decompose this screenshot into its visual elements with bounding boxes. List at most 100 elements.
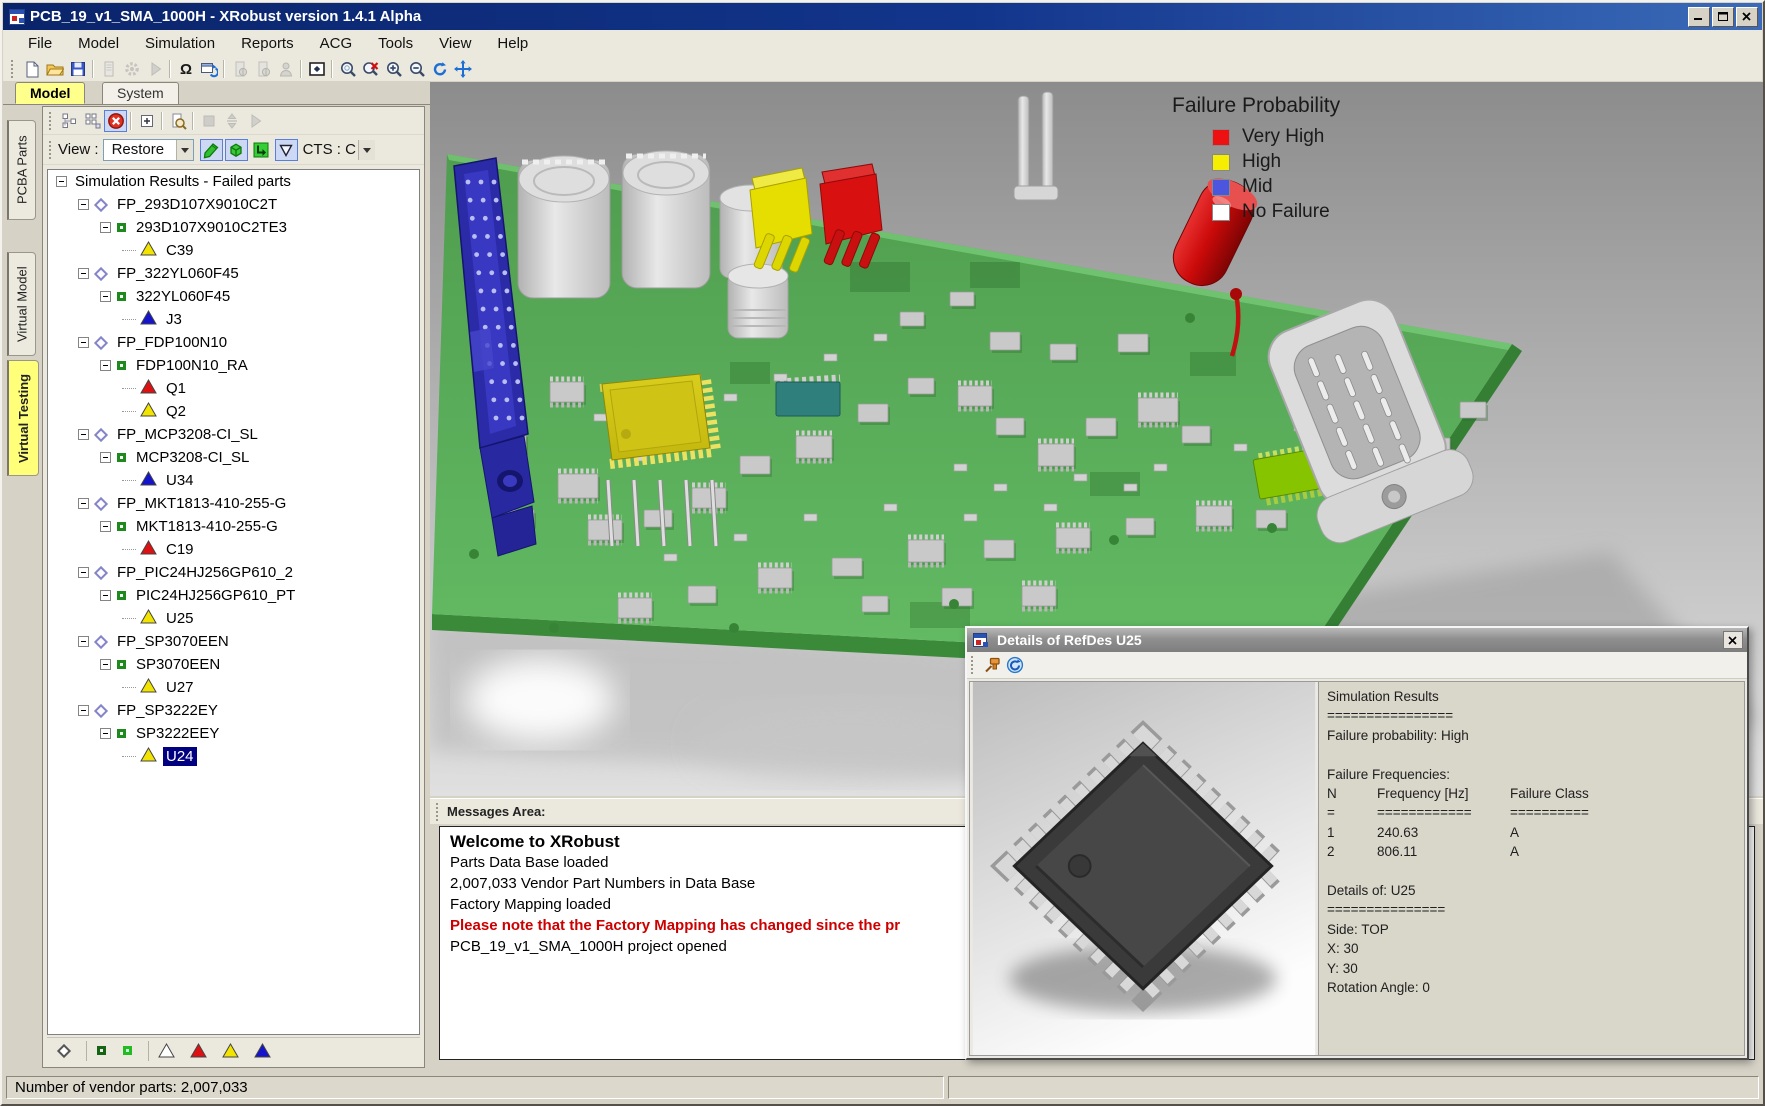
snapshot-button[interactable] [305,58,328,80]
expand-collapse-icon[interactable] [78,199,89,210]
tree-item-mkt1813-410-255-g[interactable]: MKT1813-410-255-G [48,515,419,538]
tree-item-fp-fdp100n10[interactable]: FP_FDP100N10 [48,331,419,354]
expand-collapse-icon[interactable] [100,590,111,601]
menu-tools[interactable]: Tools [365,32,426,55]
nabla-button[interactable] [275,139,298,161]
expand-collapse-icon[interactable] [78,636,89,647]
menu-acg[interactable]: ACG [307,32,366,55]
cts-dropdown[interactable] [358,140,375,160]
tree-item-u34[interactable]: U34 [48,469,419,492]
toolbar-grip[interactable] [49,112,54,130]
tree-item-c19[interactable]: C19 [48,538,419,561]
tree-item-mcp3208-ci-sl[interactable]: MCP3208-CI_SL [48,446,419,469]
tree-item-sp3070een[interactable]: SP3070EEN [48,653,419,676]
expand-collapse-icon[interactable] [56,176,67,187]
tree-item-322yl060f45[interactable]: 322YL060F45 [48,285,419,308]
expand-collapse-icon[interactable] [100,291,111,302]
tree-item-c39[interactable]: C39 [48,239,419,262]
stop-red-button[interactable] [104,110,127,132]
plus-box-button[interactable] [135,110,158,132]
tab-model[interactable]: Model [15,82,85,104]
expand-collapse-icon[interactable] [78,705,89,716]
paint-green-button[interactable] [200,139,223,161]
zoom-cancel-button[interactable] [359,58,382,80]
tree-item-u25[interactable]: U25 [48,607,419,630]
no-failure-triangle-icon[interactable] [158,1043,175,1058]
tree-item-q2[interactable]: Q2 [48,400,419,423]
zoom-in-button[interactable] [382,58,405,80]
tree-item-fp-mkt1813-410-255-g[interactable]: FP_MKT1813-410-255-G [48,492,419,515]
menu-file[interactable]: File [15,32,65,55]
expand-collapse-icon[interactable] [100,659,111,670]
tab-system[interactable]: System [102,82,179,104]
user-stamp-button[interactable] [274,58,297,80]
very-high-triangle-icon[interactable] [190,1043,207,1058]
pin-orange-button[interactable] [980,654,1003,676]
tree-item-fdp100n10-ra[interactable]: FDP100N10_RA [48,354,419,377]
expand-collapse-icon[interactable] [78,567,89,578]
side-tab-virtual-model[interactable]: Virtual Model [7,252,36,356]
expand-collapse-icon[interactable] [78,498,89,509]
menu-help[interactable]: Help [484,32,541,55]
tree-expand-button[interactable] [81,110,104,132]
part-square-dark-icon[interactable] [97,1046,106,1055]
tree-item-j3[interactable]: J3 [48,308,419,331]
mid-triangle-icon[interactable] [254,1043,271,1058]
expand-collapse-icon[interactable] [100,728,111,739]
pan-view-button[interactable] [451,58,474,80]
expand-collapse-icon[interactable] [78,429,89,440]
zoom-window-button[interactable] [336,58,359,80]
tree-item-u24[interactable]: U24 [48,745,419,768]
refresh-round-button[interactable] [1003,654,1026,676]
save-button[interactable] [66,58,89,80]
menu-simulation[interactable]: Simulation [132,32,228,55]
turn-green-button[interactable] [250,139,273,161]
document-button[interactable] [97,58,120,80]
title-bar[interactable]: PCB_19_v1_SMA_1000H - XRobust version 1.… [3,3,1762,30]
high-triangle-icon[interactable] [222,1043,239,1058]
tree-item-fp-322yl060f45[interactable]: FP_322YL060F45 [48,262,419,285]
details-close-button[interactable] [1723,631,1743,649]
expand-collapse-icon[interactable] [100,521,111,532]
minimize-button[interactable] [1688,7,1710,27]
tree-item-q1[interactable]: Q1 [48,377,419,400]
tree-item-fp-pic24hj256gp610-2[interactable]: FP_PIC24HJ256GP610_2 [48,561,419,584]
run-button[interactable] [243,110,266,132]
expand-collapse-icon[interactable] [78,268,89,279]
tree-item-simulation-results-failed-parts[interactable]: Simulation Results - Failed parts [48,170,419,193]
part-square-green-icon[interactable] [123,1046,132,1055]
cube-green-button[interactable] [225,139,248,161]
tree-collapse-button[interactable] [58,110,81,132]
tree-item-fp-mcp3208-ci-sl[interactable]: FP_MCP3208-CI_SL [48,423,419,446]
pin-doc-button[interactable] [251,58,274,80]
new-file-button[interactable] [20,58,43,80]
expand-collapse-icon[interactable] [100,360,111,371]
details-window[interactable]: Details of RefDes U25 [965,626,1749,1060]
tree-item-293d107x9010c2te3[interactable]: 293D107X9010C2TE3 [48,216,419,239]
refresh-window-button[interactable] [197,58,220,80]
details-title-bar[interactable]: Details of RefDes U25 [967,628,1747,652]
side-tab-virtual-testing[interactable]: Virtual Testing [7,360,39,476]
gray-square-button[interactable] [197,110,220,132]
tree-item-fp-sp3222ey[interactable]: FP_SP3222EY [48,699,419,722]
swap-button[interactable] [220,110,243,132]
tree-item-sp3222eey[interactable]: SP3222EEY [48,722,419,745]
toolbar-grip[interactable] [11,60,16,78]
pin-doc-button[interactable] [228,58,251,80]
omega-button[interactable]: Ω [174,58,197,80]
refresh-view-button[interactable] [428,58,451,80]
expand-collapse-icon[interactable] [100,222,111,233]
tree-item-fp-293d107x9010c2t[interactable]: FP_293D107X9010C2T [48,193,419,216]
run-button[interactable] [143,58,166,80]
find-part-button[interactable] [166,110,189,132]
expand-collapse-icon[interactable] [78,337,89,348]
menu-reports[interactable]: Reports [228,32,307,55]
panel-grip[interactable] [436,803,441,821]
toolbar-grip[interactable] [971,656,976,674]
toolbar-grip[interactable] [49,141,54,159]
close-button[interactable] [1736,7,1758,27]
open-project-button[interactable] [43,58,66,80]
expand-collapse-icon[interactable] [100,452,111,463]
settings-button[interactable] [120,58,143,80]
view-mode-select[interactable]: Restore [103,139,194,161]
